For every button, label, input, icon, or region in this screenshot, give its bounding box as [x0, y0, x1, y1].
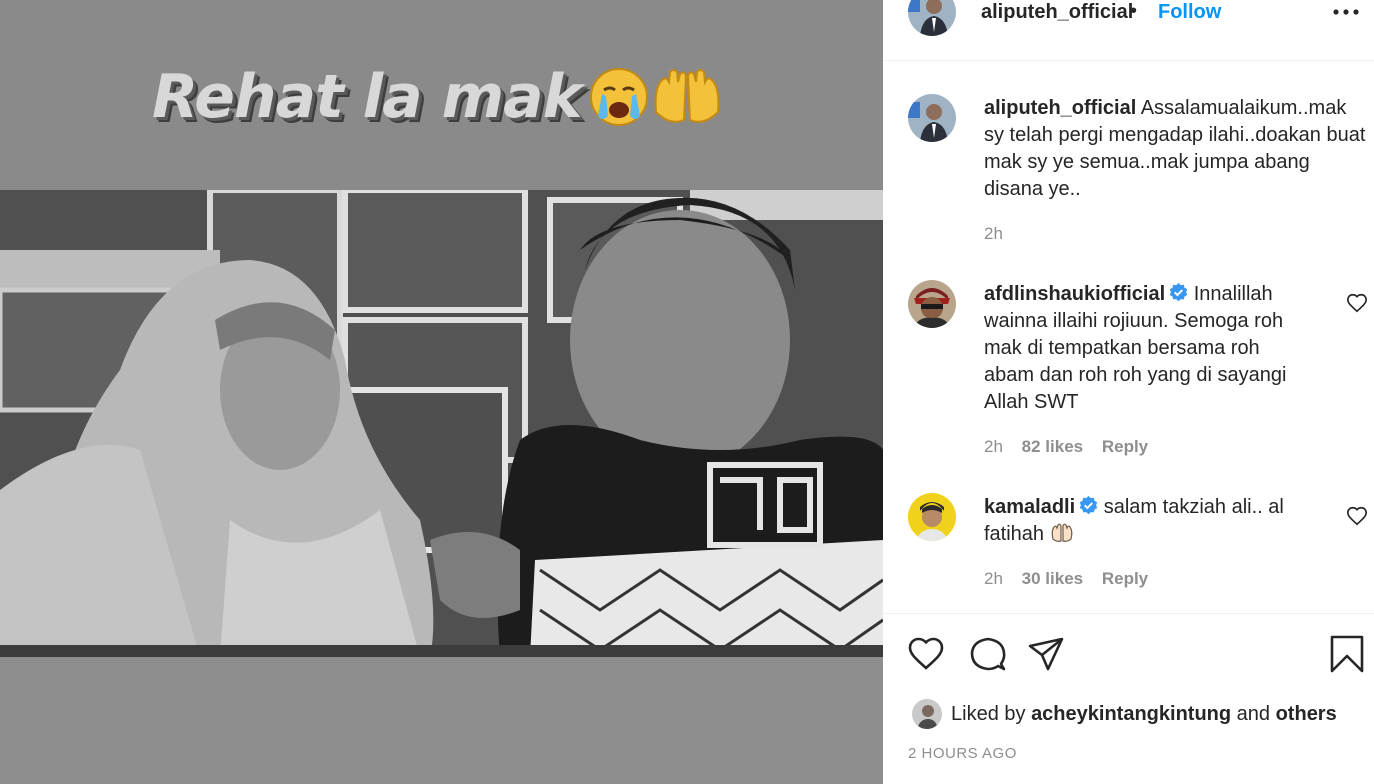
- comment-time[interactable]: 2h: [984, 569, 1003, 588]
- comment-username[interactable]: kamaladli: [984, 496, 1075, 518]
- caption-username[interactable]: aliputeh_official: [984, 97, 1136, 119]
- comment-username[interactable]: afdlinshaukiofficial: [984, 283, 1165, 305]
- liked-by-prefix: Liked by: [951, 703, 1026, 725]
- verified-badge-icon: [1079, 496, 1098, 515]
- post-media[interactable]: Rehat la mak: [0, 0, 883, 784]
- follow-button[interactable]: Follow: [1158, 1, 1221, 24]
- post-caption: aliputeh_official Assalamualaikum..mak s…: [984, 95, 1369, 203]
- caption-author-avatar[interactable]: [908, 94, 956, 142]
- comment-avatar-afdlinshaukiofficial[interactable]: [908, 280, 956, 328]
- comment-reply-button[interactable]: Reply: [1102, 437, 1148, 456]
- open-hands-emoji-icon: [1051, 523, 1073, 542]
- comment-like-heart-icon[interactable]: [1346, 292, 1368, 314]
- like-heart-icon[interactable]: [906, 634, 946, 674]
- comment-like-heart-icon[interactable]: [1346, 505, 1368, 527]
- post-author-avatar[interactable]: [908, 0, 956, 36]
- comment-bubble-icon[interactable]: [968, 634, 1008, 674]
- verified-badge-icon: [1169, 283, 1188, 302]
- comment-time[interactable]: 2h: [984, 437, 1003, 456]
- liked-by-conjunction: and: [1236, 703, 1271, 725]
- post-header: aliputeh_official • Follow: [883, 0, 1374, 40]
- post-photo: [0, 190, 883, 657]
- comment-afdlinshaukiofficial: afdlinshaukiofficial Innalillah wainna i…: [984, 281, 1314, 416]
- actions-divider: [883, 613, 1374, 614]
- liked-by-others[interactable]: others: [1276, 703, 1337, 725]
- comment-likes-count[interactable]: 30 likes: [1022, 569, 1083, 588]
- header-separator: •: [1130, 0, 1138, 22]
- post-author-username[interactable]: aliputeh_official: [981, 1, 1133, 24]
- comment-reply-button[interactable]: Reply: [1102, 569, 1148, 588]
- post-timestamp[interactable]: 2 HOURS AGO: [908, 745, 1017, 762]
- crying-face-emoji-icon: [590, 68, 648, 126]
- liked-by-user[interactable]: acheykintangkintung: [1031, 703, 1231, 725]
- comment-avatar-kamaladli[interactable]: [908, 493, 956, 541]
- more-options-icon[interactable]: [1332, 4, 1360, 20]
- comment-meta: 2h 30 likes Reply: [984, 569, 1148, 589]
- comment-likes-count[interactable]: 82 likes: [1022, 437, 1083, 456]
- comment-meta: 2h 82 likes Reply: [984, 437, 1148, 457]
- post-side-panel: aliputeh_official • Follow aliputeh_offi…: [883, 0, 1374, 784]
- share-direct-icon[interactable]: [1026, 634, 1066, 674]
- save-bookmark-icon[interactable]: [1327, 634, 1367, 674]
- comment-kamaladli: kamaladli salam takziah ali.. al fatihah: [984, 494, 1314, 548]
- raised-hands-emoji-icon: [654, 69, 720, 123]
- header-divider: [883, 60, 1374, 61]
- liker-avatar[interactable]: [912, 699, 942, 729]
- liked-by-line: Liked by acheykintangkintung and others: [951, 703, 1337, 726]
- media-bottom-band: [0, 657, 883, 784]
- caption-time[interactable]: 2h: [984, 224, 1003, 244]
- overlay-title: Rehat la mak: [152, 62, 583, 132]
